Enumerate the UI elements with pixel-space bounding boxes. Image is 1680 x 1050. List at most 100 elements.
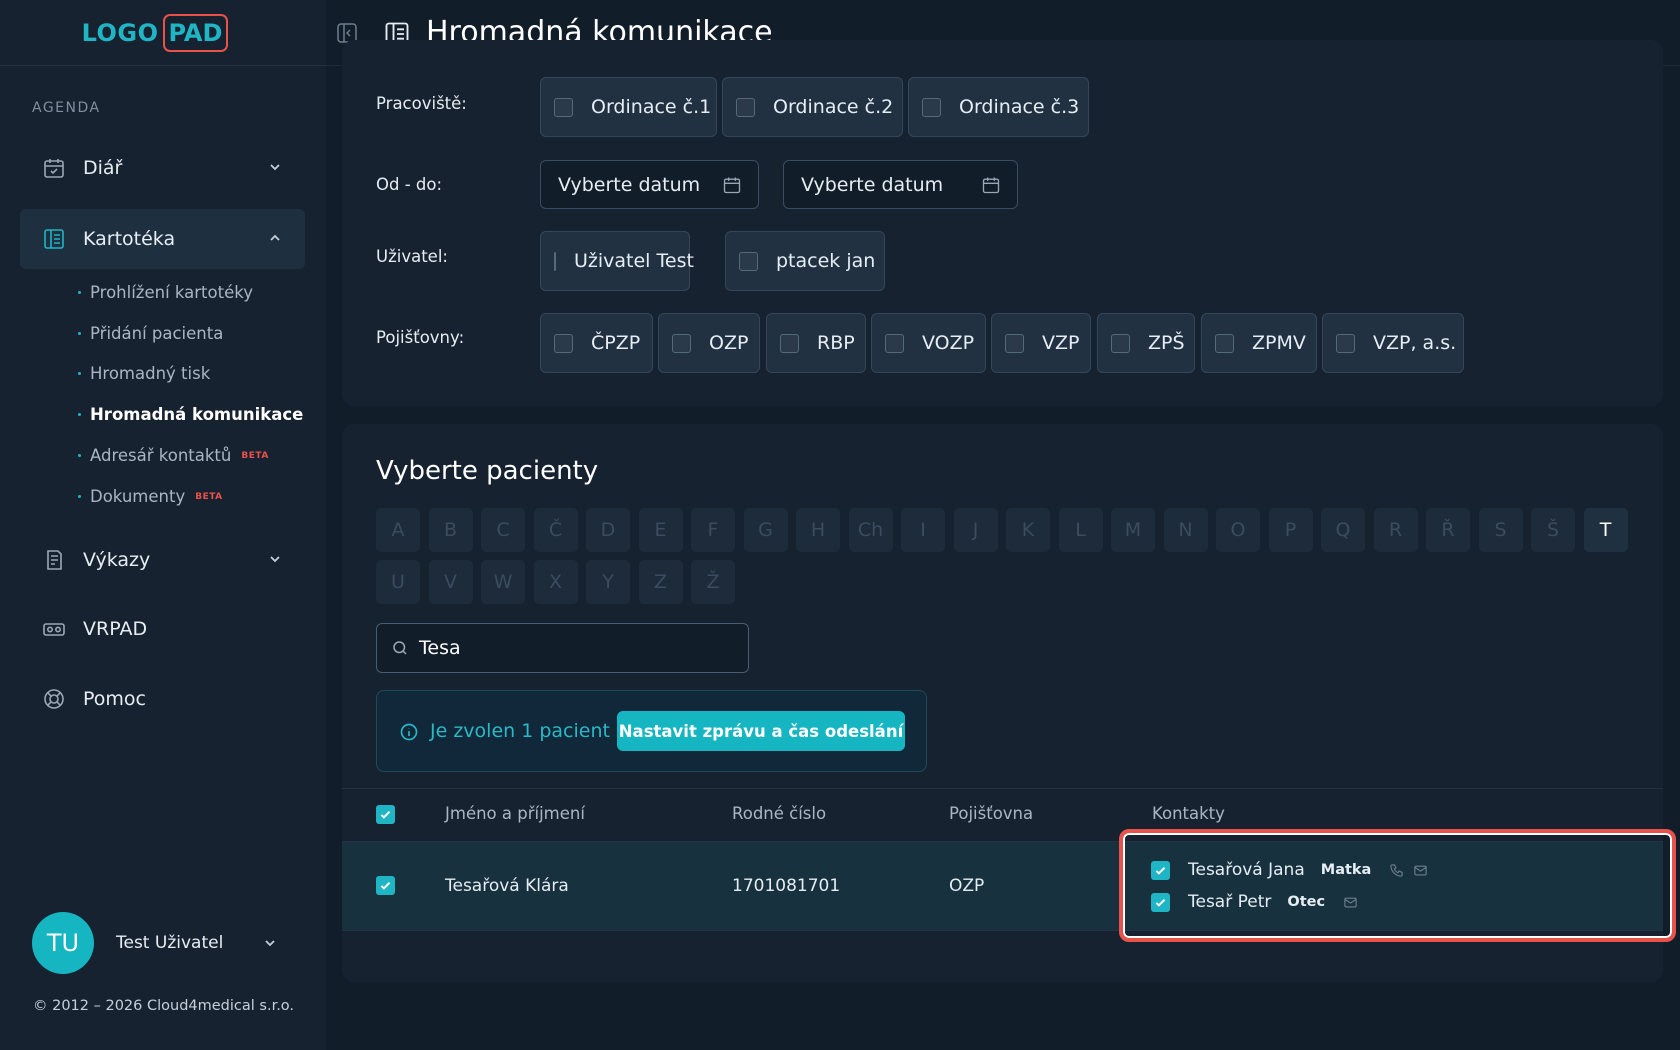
letter-filter-button[interactable]: M <box>1111 508 1155 552</box>
insurance-checkbox-vozp[interactable]: VOZP <box>871 313 986 373</box>
sidebar-subitem-prohlizeni[interactable]: Prohlížení kartotéky <box>78 283 253 302</box>
letter-filter-button[interactable]: Q <box>1321 508 1365 552</box>
checkbox[interactable] <box>1005 333 1024 353</box>
chip-label: OZP <box>709 332 749 354</box>
letter-filter-button[interactable]: H <box>796 508 840 552</box>
sidebar-subitem-pridani[interactable]: Přidání pacienta <box>78 324 223 343</box>
checkbox[interactable] <box>1111 333 1130 353</box>
letter-filter-button[interactable]: E <box>638 508 683 552</box>
calendar-icon[interactable] <box>981 175 1001 195</box>
column-header-birth[interactable]: Rodné číslo <box>732 804 826 823</box>
checkbox[interactable] <box>885 333 904 353</box>
column-header-name[interactable]: Jméno a příjmení <box>445 804 585 823</box>
sidebar-item-pomoc[interactable]: Pomoc <box>20 669 305 729</box>
sidebar-item-kartoteka[interactable]: Kartotéka <box>20 209 305 269</box>
sidebar-section-label: AGENDA <box>32 100 101 116</box>
chip-label: VOZP <box>922 332 975 354</box>
letter-filter-button[interactable]: L <box>1058 508 1103 552</box>
letter-filter-button[interactable]: Š <box>1531 508 1575 552</box>
subitem-label: Hromadná komunikace <box>90 405 304 424</box>
checkbox[interactable] <box>554 251 556 271</box>
sidebar-item-vykazy[interactable]: Výkazy <box>20 530 305 590</box>
search-value: Tesa <box>419 637 461 659</box>
checkbox[interactable] <box>554 333 573 353</box>
letter-filter-button[interactable]: X <box>533 560 578 604</box>
sidebar-subitem-adresar[interactable]: Adresář kontaktů BETA <box>78 446 269 465</box>
beta-badge: BETA <box>241 450 269 461</box>
column-header-insurance[interactable]: Pojišťovna <box>949 804 1033 823</box>
letter-filter-button[interactable]: W <box>481 560 525 604</box>
letter-filter-button[interactable]: Ž <box>691 560 735 604</box>
letter-filter-button[interactable]: Ch <box>848 508 893 552</box>
insurance-checkbox-ozp[interactable]: OZP <box>658 313 760 373</box>
sidebar-item-label: Diář <box>83 157 123 179</box>
workplace-checkbox-1[interactable]: Ordinace č.1 <box>540 77 717 137</box>
checkbox[interactable] <box>554 97 573 117</box>
logo[interactable]: LOGO PAD <box>0 0 326 66</box>
checkbox[interactable] <box>1215 333 1234 353</box>
sidebar-item-vrpad[interactable]: VRPAD <box>20 599 305 659</box>
chip-label: RBP <box>817 332 855 354</box>
date-from-input[interactable]: Vyberte datum <box>540 160 759 209</box>
table-divider <box>342 788 1663 789</box>
letter-filter-button[interactable]: P <box>1268 508 1313 552</box>
date-to-input[interactable]: Vyberte datum <box>783 160 1018 209</box>
insurance-checkbox-rbp[interactable]: RBP <box>766 313 866 373</box>
patient-name[interactable]: Tesařová Klára <box>445 876 569 896</box>
insurance-checkbox-cpzp[interactable]: ČPZP <box>540 313 653 373</box>
letter-filter-button[interactable]: F <box>691 508 735 552</box>
letter-filter-button[interactable]: N <box>1163 508 1208 552</box>
letter-filter-button[interactable]: I <box>901 508 945 552</box>
letter-filter-button[interactable]: U <box>376 560 420 604</box>
letter-filter-button[interactable]: D <box>586 508 630 552</box>
set-message-button[interactable]: Nastavit zprávu a čas odeslání <box>617 711 905 751</box>
contact-checkbox[interactable] <box>1151 860 1170 880</box>
checkbox[interactable] <box>922 97 941 117</box>
select-all-checkbox[interactable] <box>376 805 395 824</box>
chip-label: VZP, a.s. <box>1373 332 1457 354</box>
contact-row: Tesař Petr Otec <box>1151 892 1358 912</box>
user-menu[interactable]: TU Test Uživatel <box>32 912 292 974</box>
sidebar-item-diar[interactable]: Diář <box>20 138 305 198</box>
letter-filter-button[interactable]: C <box>481 508 525 552</box>
insurance-checkbox-zpmv[interactable]: ZPMV <box>1201 313 1317 373</box>
subitem-label: Dokumenty <box>90 487 186 506</box>
letter-filter-button[interactable]: B <box>428 508 473 552</box>
insurance-checkbox-vzp[interactable]: VZP <box>991 313 1091 373</box>
letter-filter-button[interactable]: G <box>743 508 788 552</box>
letter-filter-button[interactable]: O <box>1216 508 1260 552</box>
letter-filter-button[interactable]: Č <box>533 508 578 552</box>
letter-filter-button[interactable]: A <box>376 508 420 552</box>
insurance-checkbox-vzp-as[interactable]: VZP, a.s. <box>1322 313 1464 373</box>
sidebar-subitem-dokumenty[interactable]: Dokumenty BETA <box>78 487 223 506</box>
user-checkbox-2[interactable]: ptacek jan <box>725 231 885 291</box>
letter-filter-button[interactable]: S <box>1478 508 1523 552</box>
row-checkbox[interactable] <box>376 876 395 895</box>
checkbox[interactable] <box>736 97 755 117</box>
checkbox[interactable] <box>1336 333 1355 353</box>
letter-filter-button[interactable]: T <box>1583 508 1628 552</box>
checkbox[interactable] <box>780 333 799 353</box>
sidebar-item-label: Výkazy <box>83 549 151 571</box>
workplace-checkbox-3[interactable]: Ordinace č.3 <box>908 77 1089 137</box>
letter-filter-button[interactable]: Ř <box>1426 508 1470 552</box>
insurance-checkbox-zps[interactable]: ZPŠ <box>1097 313 1195 373</box>
contact-checkbox[interactable] <box>1151 892 1170 912</box>
checkbox[interactable] <box>672 333 691 353</box>
letter-filter-button[interactable]: K <box>1006 508 1050 552</box>
sidebar-subitem-hromadny-tisk[interactable]: Hromadný tisk <box>78 364 210 383</box>
user-checkbox-1[interactable]: Uživatel Test <box>540 231 694 291</box>
calendar-icon[interactable] <box>722 175 742 195</box>
workplace-checkbox-2[interactable]: Ordinace č.2 <box>722 77 903 137</box>
letter-filter-button[interactable]: Y <box>586 560 630 604</box>
letter-filter-button[interactable]: V <box>428 560 473 604</box>
search-input[interactable]: Tesa <box>376 623 749 673</box>
checkbox[interactable] <box>739 251 758 271</box>
sidebar-subitem-hromadna-komunikace[interactable]: Hromadná komunikace <box>78 405 303 424</box>
letter-filter-button[interactable]: J <box>953 508 998 552</box>
chevron-down-icon <box>270 556 280 563</box>
letter-filter-button[interactable]: R <box>1373 508 1418 552</box>
beta-badge: BETA <box>195 491 223 502</box>
letter-filter-button[interactable]: Z <box>638 560 683 604</box>
check-icon <box>1155 866 1166 875</box>
